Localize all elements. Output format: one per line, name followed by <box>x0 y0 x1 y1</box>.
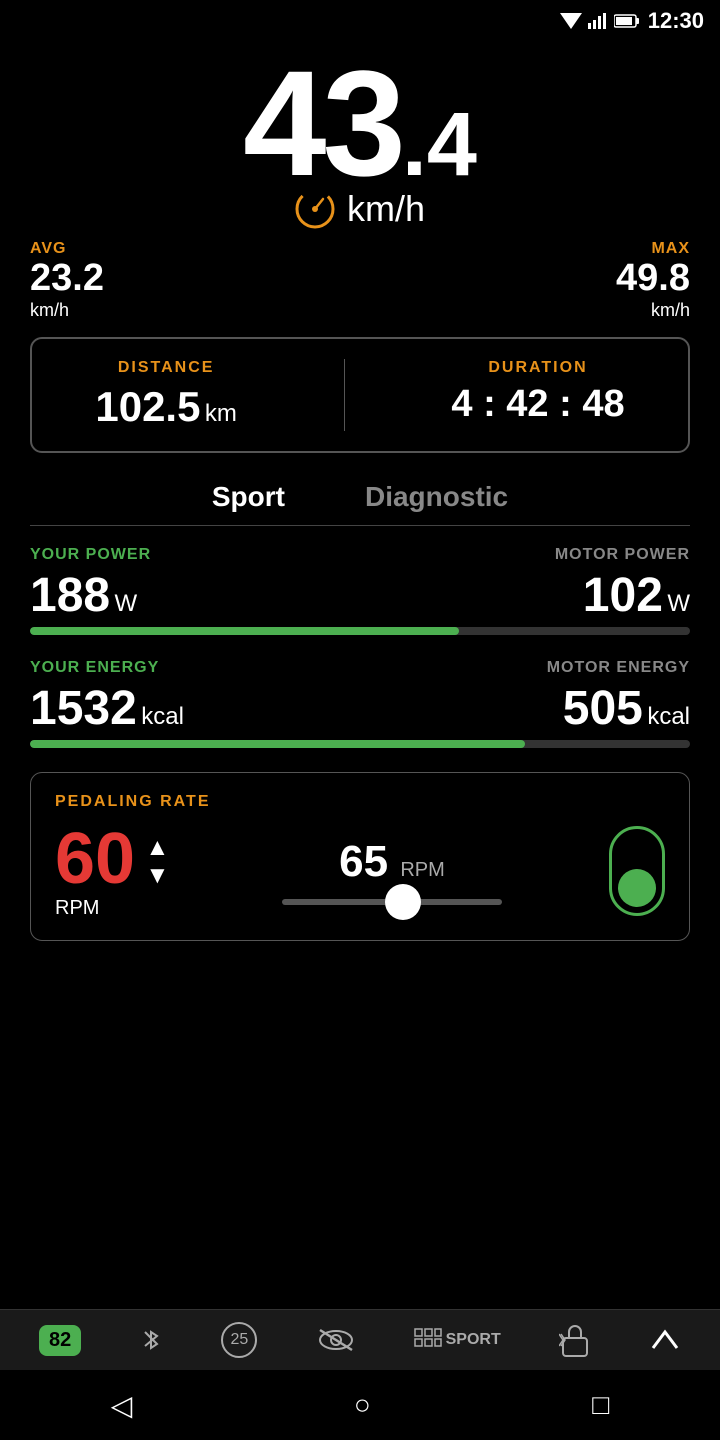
avg-block: AVG 23.2 km/h <box>30 240 104 321</box>
your-energy-label: YOUR ENERGY <box>30 659 159 677</box>
eye-crossed-item <box>316 1326 356 1354</box>
your-power-unit: W <box>115 590 138 617</box>
power-progress-bg <box>30 627 690 635</box>
your-energy-unit: kcal <box>141 703 184 730</box>
android-nav: ◁ ○ □ <box>0 1370 720 1440</box>
sport-mode-label: SPORT <box>446 1331 501 1349</box>
energy-progress-bg <box>30 740 690 748</box>
duration-item: DURATION 4 : 42 : 48 <box>451 359 624 431</box>
bottom-bar: 82 25 SPORT <box>0 1309 720 1370</box>
motor-energy-value-row: 505 kcal <box>563 681 690 736</box>
eye-off-icon <box>316 1326 356 1354</box>
rpm-arrow-icon: ▲▼ <box>146 834 170 890</box>
tab-underline <box>30 525 690 526</box>
your-power-label: YOUR POWER <box>30 546 151 564</box>
pedaling-box: PEDALING RATE 60 ▲▼ RPM 65 RPM <box>30 772 690 941</box>
your-power-value-row: 188 W <box>30 568 137 623</box>
max-value: 49.8 <box>616 258 690 300</box>
grid-icon <box>414 1328 442 1352</box>
max-label: MAX <box>651 240 690 258</box>
pedaling-content: 60 ▲▼ RPM 65 RPM <box>55 823 665 920</box>
recent-button[interactable]: □ <box>592 1389 609 1421</box>
motor-power-label: MOTOR POWER <box>555 546 690 564</box>
status-time: 12:30 <box>648 8 704 34</box>
battery-icon <box>614 13 640 29</box>
avg-value: 23.2 <box>30 258 104 300</box>
rpm-slider-thumb[interactable] <box>385 884 421 920</box>
distance-label: DISTANCE <box>118 359 215 377</box>
number-badge-item: 25 <box>221 1322 257 1358</box>
power-values-row: 188 W 102 W <box>30 568 690 623</box>
pedaling-label: PEDALING RATE <box>55 793 665 811</box>
tabs-row: Sport Diagnostic <box>0 473 720 521</box>
avg-unit: km/h <box>30 300 69 321</box>
speed-unit: km/h <box>347 188 425 230</box>
tab-diagnostic[interactable]: Diagnostic <box>355 473 518 521</box>
number-badge: 25 <box>231 1331 249 1349</box>
max-block: MAX 49.8 km/h <box>616 240 690 321</box>
status-bar: 12:30 <box>0 0 720 38</box>
pedaling-rpm-left: 60 ▲▼ RPM <box>55 823 175 920</box>
power-progress-fill <box>30 627 459 635</box>
motor-power-value-row: 102 W <box>583 568 690 623</box>
bluetooth-item <box>139 1326 163 1354</box>
signal-icon <box>588 13 608 29</box>
speedometer-icon <box>295 189 335 229</box>
current-rpm-unit: RPM <box>55 897 99 920</box>
your-power-value: 188 <box>30 569 110 622</box>
speed-display: 43.4 km/h <box>0 38 720 230</box>
speed-main-value: 43 <box>243 39 402 207</box>
your-energy-value-row: 1532 kcal <box>30 681 184 736</box>
distance-item: DISTANCE 102.5 km <box>95 359 237 431</box>
lock-item <box>559 1322 591 1358</box>
your-energy-value: 1532 <box>30 682 137 735</box>
speed-unit-row: km/h <box>0 188 720 230</box>
energy-values-row: 1532 kcal 505 kcal <box>30 681 690 736</box>
home-button[interactable]: ○ <box>354 1389 371 1421</box>
dist-dur-box: DISTANCE 102.5 km DURATION 4 : 42 : 48 <box>30 337 690 453</box>
chevron-up-item[interactable] <box>649 1326 681 1354</box>
status-icons <box>560 13 640 29</box>
toggle-circle <box>618 869 656 907</box>
divider <box>344 359 345 431</box>
motor-power-unit: W <box>667 590 690 617</box>
battery-item: 82 <box>39 1325 81 1356</box>
sport-mode-item: SPORT <box>414 1328 501 1352</box>
pedaling-toggle[interactable] <box>609 826 665 916</box>
current-rpm-row: 60 ▲▼ <box>55 823 169 895</box>
lock-icon <box>559 1322 591 1358</box>
energy-labels-row: YOUR ENERGY MOTOR ENERGY <box>30 659 690 677</box>
motor-energy-unit: kcal <box>647 703 690 730</box>
tab-sport[interactable]: Sport <box>202 473 295 521</box>
motor-energy-value: 505 <box>563 682 643 735</box>
avg-max-row: AVG 23.2 km/h MAX 49.8 km/h <box>0 240 720 321</box>
rpm-slider-track[interactable] <box>282 899 502 905</box>
back-button[interactable]: ◁ <box>111 1389 133 1422</box>
wifi-icon <box>560 13 582 29</box>
target-rpm-row: 65 RPM <box>339 837 445 887</box>
energy-progress-fill <box>30 740 525 748</box>
motor-power-value: 102 <box>583 569 663 622</box>
speed-decimal: .4 <box>402 95 477 195</box>
target-rpm-value: 65 <box>339 837 388 886</box>
avg-label: AVG <box>30 240 66 258</box>
max-unit: km/h <box>651 300 690 321</box>
motor-energy-label: MOTOR ENERGY <box>547 659 690 677</box>
current-rpm-value: 60 <box>55 819 135 899</box>
target-rpm-unit: RPM <box>400 859 444 881</box>
distance-value: 102.5 <box>95 383 200 430</box>
distance-unit: km <box>205 400 237 427</box>
power-section: YOUR POWER MOTOR POWER 188 W 102 W YOUR … <box>0 546 720 748</box>
pedaling-center: 65 RPM <box>175 837 609 905</box>
duration-value: 4 : 42 : 48 <box>451 383 624 426</box>
battery-value: 82 <box>39 1325 81 1356</box>
chevron-up-icon <box>649 1326 681 1354</box>
duration-label: DURATION <box>488 359 587 377</box>
bluetooth-icon <box>139 1326 163 1354</box>
power-labels-row: YOUR POWER MOTOR POWER <box>30 546 690 564</box>
